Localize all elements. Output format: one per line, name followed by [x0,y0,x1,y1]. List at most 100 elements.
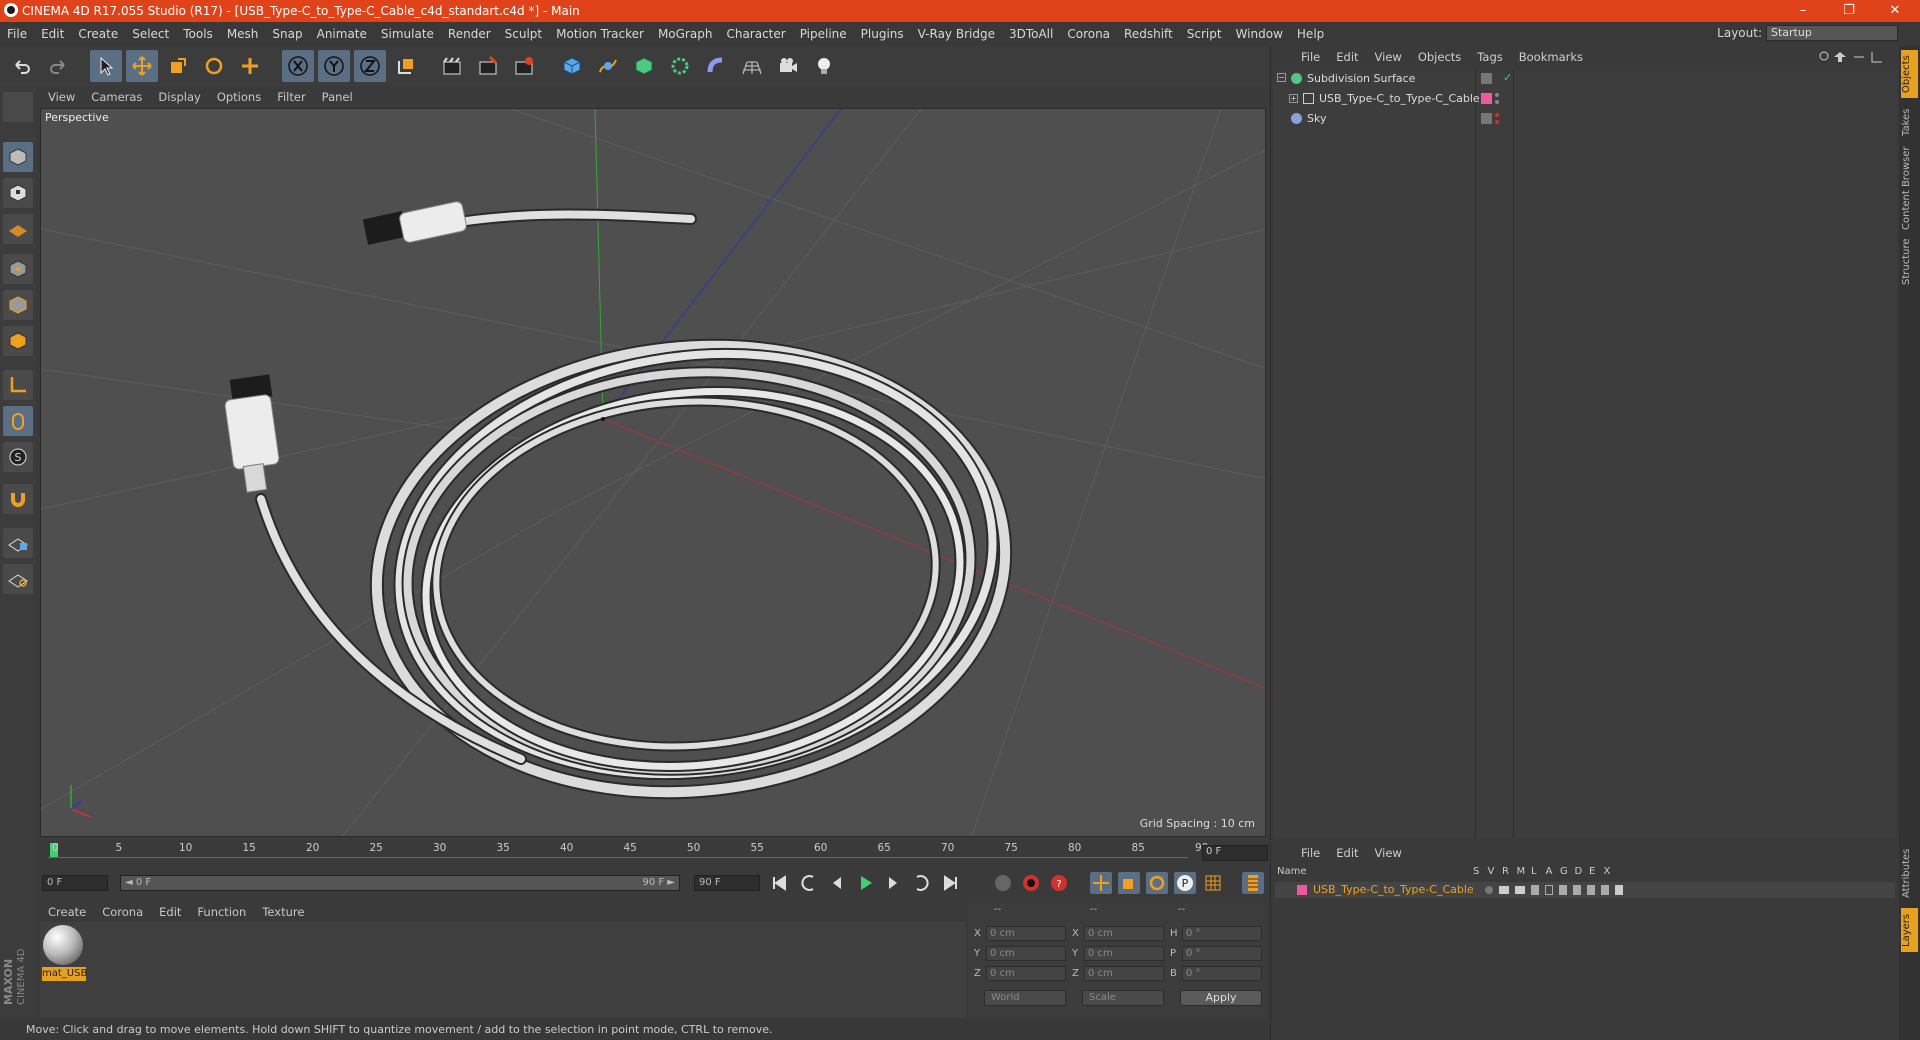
add-camera-button[interactable] [772,50,804,82]
key-rotation-button[interactable] [1146,872,1168,894]
layer-flag-header[interactable]: V [1488,866,1495,877]
menu-help[interactable]: Help [1290,27,1331,41]
redo-button[interactable] [42,50,74,82]
texture-mode-button[interactable] [3,178,33,208]
menu-character[interactable]: Character [719,27,792,41]
render-picture-viewer-button[interactable] [472,50,504,82]
layer-lock-icon[interactable] [1545,885,1553,895]
object-menu-bookmarks[interactable]: Bookmarks [1511,50,1591,64]
layer-flag-header[interactable]: M [1517,866,1526,877]
material-menu-corona[interactable]: Corona [94,905,151,919]
position-y-field[interactable]: 0 cm [986,946,1066,961]
workplane-mode-button[interactable] [3,214,33,244]
menu-script[interactable]: Script [1180,27,1229,41]
render-settings-button[interactable] [508,50,540,82]
end-frame-field[interactable]: 90 F [694,875,760,891]
layer-visible-icon[interactable] [1499,886,1509,894]
start-frame-field[interactable]: 0 F [42,875,108,891]
size-y-field[interactable]: 0 cm [1084,946,1164,961]
layer-expression-icon[interactable] [1601,885,1609,895]
add-array-button[interactable] [664,50,696,82]
render-visibility-dot[interactable] [1495,100,1499,104]
render-view-button[interactable] [436,50,468,82]
layer-row[interactable]: USB_Type-C_to_Type-C_Cable [1275,882,1895,898]
material-name[interactable]: mat_USB [42,967,87,981]
viewport-menu-view[interactable]: View [40,90,83,104]
position-x-field[interactable]: 0 cm [986,926,1066,941]
menu-corona[interactable]: Corona [1060,27,1117,41]
add-light-button[interactable] [808,50,840,82]
material-menu-edit[interactable]: Edit [151,905,189,919]
layer-flag-header[interactable]: G [1560,866,1568,877]
viewport-menu-display[interactable]: Display [150,90,208,104]
previous-key-button[interactable] [798,872,820,894]
object-row-subdivision[interactable]: − Subdivision Surface ✓ [1273,70,1897,88]
previous-frame-button[interactable] [826,872,848,894]
object-menu-view[interactable]: View [1367,50,1410,64]
scale-tool-button[interactable] [162,50,194,82]
tweak-mode-button[interactable] [3,406,33,436]
home-icon[interactable] [1834,52,1846,62]
add-deformer-button[interactable] [700,50,732,82]
expand-toggle-icon[interactable]: + [1289,94,1298,103]
axis-mode-button[interactable] [3,370,33,400]
layer-solo-icon[interactable] [1485,886,1493,894]
layer-color-swatch[interactable] [1297,885,1307,895]
layout-select[interactable]: Startup [1766,25,1898,41]
usb-cable-model[interactable] [255,208,1027,823]
viewport-perspective[interactable]: Perspective Grid Spacing : 10 cm [40,108,1266,837]
position-z-field[interactable]: 0 cm [986,966,1066,981]
enabled-check-icon[interactable]: ✓ [1503,71,1512,84]
key-pla-button[interactable] [1202,872,1224,894]
viewport-menu-filter[interactable]: Filter [269,90,313,104]
layer-flag-header[interactable]: S [1473,866,1479,877]
play-button[interactable] [854,872,876,894]
object-menu-file[interactable]: File [1293,50,1328,64]
viewport-menu-panel[interactable]: Panel [314,90,361,104]
menu-select[interactable]: Select [125,27,176,41]
rotation-h-field[interactable]: 0 ° [1182,926,1262,941]
layer-menu-edit[interactable]: Edit [1328,846,1366,860]
close-button[interactable]: ✕ [1874,0,1916,22]
menu-edit[interactable]: Edit [34,27,71,41]
x-axis-lock-button[interactable] [282,50,314,82]
magnet-button[interactable] [3,484,33,514]
rotate-tool-button[interactable] [198,50,230,82]
menu-sculpt[interactable]: Sculpt [498,27,549,41]
object-row-sky[interactable]: Sky [1273,110,1897,128]
layer-animation-icon[interactable] [1559,885,1567,895]
menu-v-ray-bridge[interactable]: V-Ray Bridge [911,27,1002,41]
layer-color-icon[interactable] [1481,93,1492,104]
layer-render-icon[interactable] [1515,886,1525,894]
layer-toggle-icon[interactable] [1481,73,1492,84]
layer-generator-icon[interactable] [1573,885,1581,895]
object-menu-edit[interactable]: Edit [1328,50,1366,64]
go-to-start-button[interactable] [768,872,790,894]
select-tool-button[interactable] [90,50,122,82]
menu-mograph[interactable]: MoGraph [651,27,720,41]
object-menu-objects[interactable]: Objects [1410,50,1469,64]
menu-redshift[interactable]: Redshift [1117,27,1180,41]
menu-plugins[interactable]: Plugins [854,27,911,41]
layer-toggle-icon[interactable] [1481,113,1492,124]
frame-range-slider[interactable]: ◄ 0 F 90 F ► [120,875,680,891]
render-visibility-dot[interactable] [1495,120,1499,124]
object-row-usb-cable[interactable]: + USB_Type-C_to_Type-C_Cable [1273,90,1897,108]
layer-manager-icon[interactable] [1531,885,1539,895]
tab-structure[interactable]: Structure [1901,234,1918,290]
add-spline-button[interactable] [592,50,624,82]
material-preview-sphere[interactable] [43,925,83,965]
layer-deformer-icon[interactable] [1587,885,1595,895]
model-mode-button[interactable] [3,142,33,172]
polygons-mode-button[interactable] [3,326,33,356]
rotation-p-field[interactable]: 0 ° [1182,946,1262,961]
go-to-end-button[interactable] [940,872,962,894]
layer-flag-header[interactable]: A [1546,866,1553,877]
menu-pipeline[interactable]: Pipeline [793,27,854,41]
timeline-ruler[interactable]: 051015202530354045505560657075808590 [40,840,1268,862]
menu-file[interactable]: File [0,27,34,41]
material-menu-create[interactable]: Create [40,905,94,919]
points-mode-button[interactable] [3,254,33,284]
size-x-field[interactable]: 0 cm [1084,926,1164,941]
add-floor-button[interactable] [736,50,768,82]
